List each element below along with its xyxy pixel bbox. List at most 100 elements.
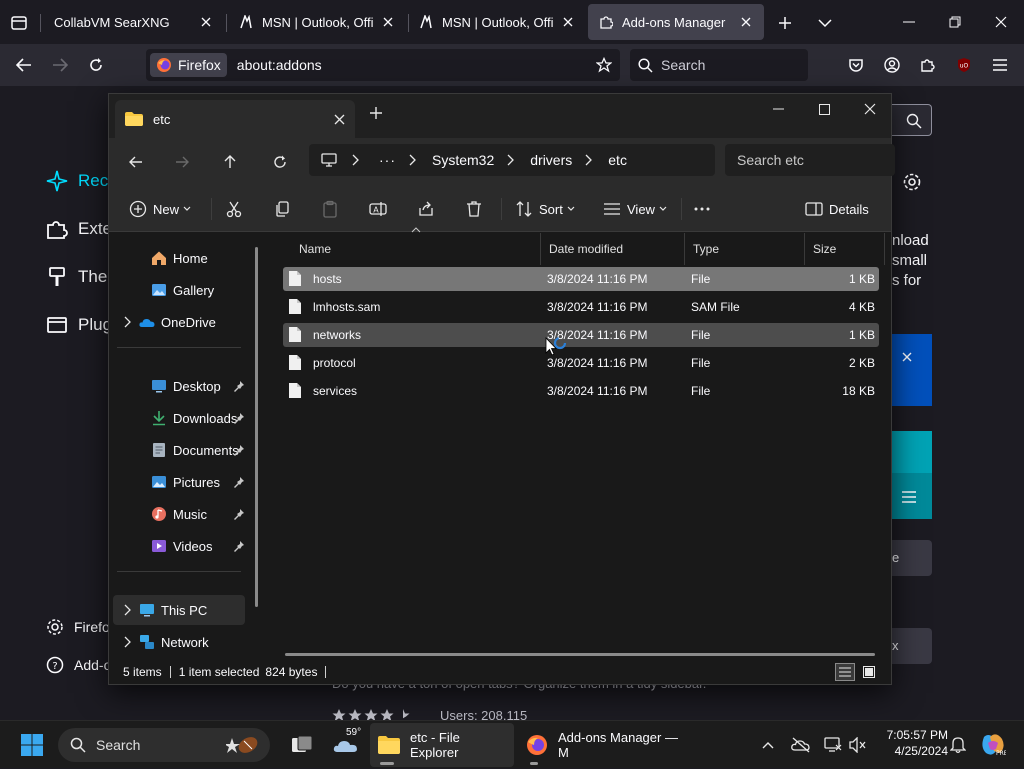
extensions-puzzle-icon[interactable] xyxy=(916,53,940,77)
browser-tab[interactable]: CollabVM SearXNG xyxy=(44,4,224,40)
file-row[interactable]: networks 3/8/2024 11:16 PM File 1 KB xyxy=(283,323,879,347)
taskbar-app-firefox[interactable]: Add-ons Manager — M xyxy=(518,723,692,767)
new-button[interactable]: New xyxy=(129,194,191,224)
task-view-icon[interactable] xyxy=(284,721,320,769)
hamburger-menu-icon[interactable] xyxy=(988,53,1012,77)
browser-tab-active[interactable]: Add-ons Manager xyxy=(588,4,764,40)
overflow-ellipsis-icon[interactable]: ··· xyxy=(379,152,396,168)
close-icon[interactable] xyxy=(902,352,912,362)
nav-item-documents[interactable]: Documents xyxy=(113,435,245,465)
copilot-icon[interactable]: PRE xyxy=(978,721,1008,769)
show-hidden-icons-chevron-up-icon[interactable] xyxy=(756,721,780,769)
nav-item-this-pc[interactable]: This PC xyxy=(113,595,245,625)
search-bar[interactable]: Search xyxy=(630,49,808,81)
back-arrow-icon[interactable] xyxy=(12,53,36,77)
nav-item-downloads[interactable]: Downloads xyxy=(113,403,245,433)
close-icon[interactable] xyxy=(380,14,396,30)
url-text[interactable]: about:addons xyxy=(237,57,322,73)
forward-arrow-icon[interactable] xyxy=(48,53,72,77)
tools-gear-icon[interactable] xyxy=(902,172,930,200)
identity-box[interactable]: Firefox xyxy=(150,53,227,77)
notification-bell-icon[interactable] xyxy=(946,721,970,769)
explorer-tab[interactable]: etc xyxy=(115,100,355,138)
share-button[interactable] xyxy=(417,194,441,224)
account-icon[interactable] xyxy=(880,53,904,77)
nav-scrollbar[interactable] xyxy=(255,247,258,607)
nav-item-network[interactable]: Network xyxy=(113,627,245,657)
nav-item-gallery[interactable]: Gallery xyxy=(113,275,245,305)
breadcrumb-item[interactable]: System32 xyxy=(432,152,494,168)
chevron-right-icon[interactable] xyxy=(584,154,596,166)
firefox-view-icon[interactable] xyxy=(8,12,30,34)
maximize-icon[interactable] xyxy=(801,94,847,124)
chevron-right-icon[interactable] xyxy=(351,154,363,166)
file-row[interactable]: services 3/8/2024 11:16 PM File 18 KB xyxy=(283,379,879,403)
close-icon[interactable] xyxy=(738,14,754,30)
up-arrow-icon[interactable] xyxy=(215,148,245,176)
start-windows-icon[interactable] xyxy=(14,721,50,769)
list-all-tabs-chevron-down-icon[interactable] xyxy=(814,12,836,34)
file-row[interactable]: protocol 3/8/2024 11:16 PM File 2 KB xyxy=(283,351,879,375)
addons-search-box[interactable] xyxy=(890,104,932,136)
reload-icon[interactable] xyxy=(84,53,108,77)
file-row[interactable]: lmhosts.sam 3/8/2024 11:16 PM SAM File 4… xyxy=(283,295,879,319)
view-button[interactable]: View xyxy=(603,194,667,224)
close-tab-icon[interactable] xyxy=(334,114,345,125)
file-row[interactable]: hosts 3/8/2024 11:16 PM File 1 KB xyxy=(283,267,879,291)
forward-arrow-icon[interactable] xyxy=(167,148,197,176)
weather-widget[interactable]: 59° xyxy=(328,721,364,769)
taskbar-app-file-explorer[interactable]: etc - File Explorer xyxy=(370,723,514,767)
column-header-date[interactable]: Date modified xyxy=(541,233,685,265)
column-header-type[interactable]: Type xyxy=(685,233,805,265)
restore-icon[interactable] xyxy=(932,8,978,36)
back-arrow-icon[interactable] xyxy=(121,148,151,176)
chevron-right-icon[interactable] xyxy=(119,634,135,650)
chevron-right-icon[interactable] xyxy=(506,154,518,166)
close-icon[interactable] xyxy=(198,14,214,30)
browser-tab[interactable]: MSN | Outlook, Office, Skype, Bing, Brea… xyxy=(228,4,406,40)
new-tab-plus-icon[interactable] xyxy=(369,106,389,126)
ublock-origin-icon[interactable]: uO xyxy=(952,53,976,77)
column-header-name[interactable]: Name xyxy=(291,233,541,265)
pocket-icon[interactable] xyxy=(844,53,868,77)
see-more-button[interactable] xyxy=(693,194,717,224)
details-pane-button[interactable]: Details xyxy=(805,194,869,224)
close-window-icon[interactable] xyxy=(978,8,1024,36)
nav-item-videos[interactable]: Videos xyxy=(113,531,245,561)
nav-item-music[interactable]: Music xyxy=(113,499,245,529)
delete-button[interactable] xyxy=(465,194,489,224)
breadcrumb-item[interactable]: drivers xyxy=(530,152,572,168)
sort-button[interactable]: Sort xyxy=(515,194,575,224)
addon-action-button[interactable]: x xyxy=(892,628,932,664)
taskbar-clock[interactable]: 7:05:57 PM 4/25/2024 xyxy=(872,727,948,759)
url-bar[interactable]: Firefox about:addons xyxy=(146,49,620,81)
addon-action-button[interactable]: e xyxy=(892,540,932,576)
explorer-search-input[interactable]: Search etc xyxy=(725,144,895,176)
nav-item-desktop[interactable]: Desktop xyxy=(113,371,245,401)
chevron-right-icon[interactable] xyxy=(119,314,135,330)
bookmark-star-icon[interactable] xyxy=(596,57,612,73)
nav-item-pictures[interactable]: Pictures xyxy=(113,467,245,497)
chevron-right-icon[interactable] xyxy=(119,602,135,618)
cut-button[interactable] xyxy=(225,194,249,224)
network-status-icon[interactable] xyxy=(820,721,846,769)
minimize-icon[interactable] xyxy=(755,94,801,124)
details-view-toggle-icon[interactable] xyxy=(835,663,855,681)
breadcrumb[interactable]: ··· System32 drivers etc xyxy=(309,144,715,176)
column-header-size[interactable]: Size xyxy=(805,233,885,265)
tiles-view-toggle-icon[interactable] xyxy=(859,663,879,681)
breadcrumb-item[interactable]: etc xyxy=(608,152,627,168)
copy-button[interactable] xyxy=(273,194,297,224)
close-window-icon[interactable] xyxy=(847,94,893,124)
new-tab-plus-icon[interactable] xyxy=(774,12,796,34)
horizontal-scrollbar[interactable] xyxy=(285,653,875,656)
chevron-right-icon[interactable] xyxy=(408,154,420,166)
rename-button[interactable]: A xyxy=(369,194,393,224)
browser-tab[interactable]: MSN | Outlook, Office, Skype, Bing, Brea… xyxy=(408,4,586,40)
paste-button[interactable] xyxy=(321,194,345,224)
refresh-icon[interactable] xyxy=(265,148,295,176)
minimize-icon[interactable] xyxy=(886,8,932,36)
volume-muted-icon[interactable] xyxy=(846,721,870,769)
taskbar-search-box[interactable]: Search xyxy=(58,728,270,762)
close-icon[interactable] xyxy=(560,14,576,30)
